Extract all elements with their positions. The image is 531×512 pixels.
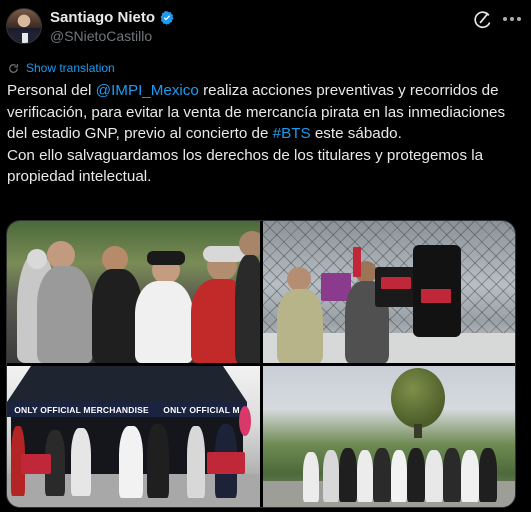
tent-banner-right: ONLY OFFICIAL M — [163, 404, 240, 415]
tweet-text-segment: Personal del — [7, 82, 96, 99]
author-name-row[interactable]: Santiago Nieto — [50, 9, 175, 26]
more-icon[interactable] — [503, 16, 521, 22]
tweet-paragraph-1: Personal del @IMPI_Mexico realiza accion… — [7, 80, 522, 145]
media-grid: ONLY OFFICIAL MERCHANDISE ONLY OFFICIAL … — [6, 220, 516, 508]
tent-banner: ONLY OFFICIAL MERCHANDISE ONLY OFFICIAL … — [7, 402, 247, 417]
photo-inspectors-crowd[interactable] — [7, 221, 260, 363]
author-avatar[interactable] — [6, 8, 42, 44]
hashtag-link[interactable]: #BTS — [273, 125, 311, 142]
photo-official-merch-tent[interactable]: ONLY OFFICIAL MERCHANDISE ONLY OFFICIAL … — [7, 366, 260, 507]
verified-badge-icon — [160, 10, 174, 25]
translate-icon — [9, 63, 18, 73]
tent-banner-left: ONLY OFFICIAL MERCHANDISE — [14, 404, 149, 415]
tweet-text-segment: este sábado. — [310, 125, 402, 143]
tweet-text: Personal del @IMPI_Mexico realiza accion… — [7, 80, 522, 188]
tweet-header: Santiago Nieto @SNietoCastillo — [6, 8, 525, 48]
tweet-paragraph-2: Con ello salvaguardamos los derechos de … — [7, 146, 488, 186]
photo-group-stadium[interactable] — [263, 366, 515, 507]
mention-link[interactable]: @IMPI_Mexico — [96, 82, 199, 99]
photo-confiscated-merch[interactable] — [263, 221, 515, 363]
author-handle[interactable]: @SNietoCastillo — [50, 28, 152, 44]
show-translation-label[interactable]: Show translation — [26, 61, 115, 75]
show-translation-link[interactable]: Show translation — [7, 61, 115, 75]
grok-icon[interactable] — [473, 10, 493, 30]
author-name[interactable]: Santiago Nieto — [50, 9, 155, 26]
